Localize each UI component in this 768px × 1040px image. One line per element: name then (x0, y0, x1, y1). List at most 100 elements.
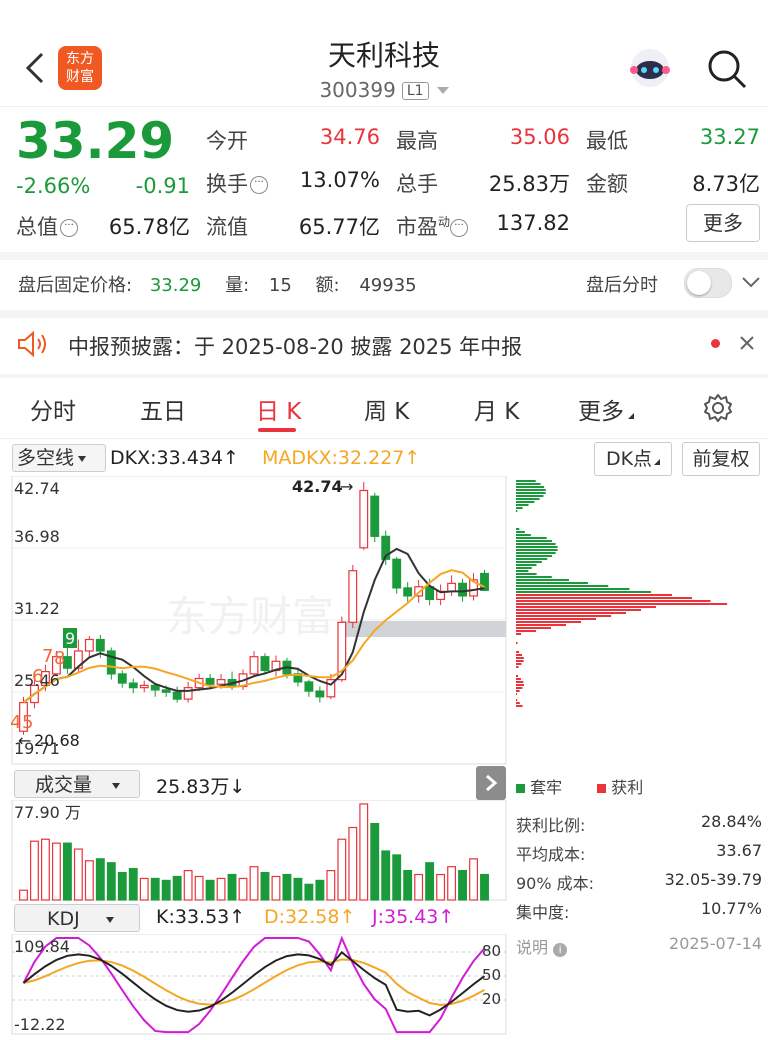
kdj-selector[interactable]: KDJ (14, 904, 140, 932)
chip-bar (516, 687, 523, 689)
kdj-d-line (23, 958, 485, 1006)
seq-mark-4: 4 (10, 712, 21, 733)
turnover-value: 13.07% (299, 168, 380, 192)
candle-body (348, 570, 358, 623)
kdj-j-text: J:35.43 (372, 906, 439, 928)
chevron-down-icon[interactable] (740, 274, 762, 290)
volume-bar (205, 879, 215, 901)
tab-more[interactable]: 更多 (578, 392, 634, 426)
candle-body (458, 582, 467, 597)
low-label: 最低 (586, 129, 628, 153)
dkx-text: DKX:33.434 (110, 447, 223, 469)
volume-bar (348, 826, 358, 901)
volume-bar (425, 862, 435, 901)
chip-bar (516, 489, 546, 491)
mktcap-value: 65.78亿 (108, 215, 190, 239)
chip-bar (516, 495, 544, 497)
kdj-k-text: K:33.53 (156, 906, 230, 928)
indicator-selector[interactable]: 多空线 (12, 444, 106, 472)
kdj-k-value: K:33.53↑ (156, 906, 246, 928)
chip-bar (516, 675, 519, 677)
chip-bar (516, 492, 546, 494)
pe-superscript: 动 (438, 215, 451, 229)
volume-bar (238, 877, 248, 901)
volume-selector[interactable]: 成交量 (14, 770, 140, 798)
tab-weekly-k[interactable]: 周 K (364, 392, 409, 426)
chip-bar (516, 618, 596, 620)
section-gap (0, 252, 768, 260)
corner-triangle-icon (654, 459, 661, 465)
chip-bar (516, 561, 542, 563)
tab-timeshare[interactable]: 分时 (30, 392, 76, 426)
dkx-value: DKX:33.434↑ (110, 447, 239, 469)
chip-stat-label: 90% 成本: (516, 874, 595, 893)
chip-bar (516, 603, 728, 605)
volume-bar (392, 854, 402, 901)
after-hours-price-label: 盘后固定价格: (18, 275, 133, 296)
float-label: 流值 (206, 215, 248, 239)
chip-bar (516, 486, 545, 488)
info-icon: ··· (60, 219, 78, 237)
notice-text[interactable]: 中报预披露：于 2025-08-20 披露 2025 年中报 (68, 331, 522, 361)
dk-points-button[interactable]: DK点 (594, 442, 672, 476)
volume-bar (436, 873, 446, 901)
volume-bar (128, 868, 138, 901)
volume-bar (106, 862, 116, 901)
after-hours-vol: 15 (268, 275, 292, 296)
chip-note[interactable]: 说明 i (516, 934, 568, 958)
volume-bar (304, 883, 314, 901)
chip-bar (516, 633, 521, 635)
watermark: 东方财富 (166, 592, 334, 641)
pe-label[interactable]: 市盈动 ··· (396, 211, 469, 241)
mktcap-label[interactable]: 总值 ··· (16, 211, 78, 241)
pe-label-text: 市盈 (396, 215, 438, 239)
max-arrow: → (340, 477, 353, 496)
chip-bar (516, 642, 518, 644)
adjust-button[interactable]: 前复权 (682, 442, 760, 476)
after-hours-toggle[interactable] (684, 268, 732, 298)
active-tab-indicator (258, 428, 296, 432)
expand-panel-button[interactable] (476, 766, 506, 800)
kdj-k-line (22, 950, 486, 1017)
chip-bar (516, 627, 551, 629)
tab-five-day[interactable]: 五日 (140, 392, 186, 426)
chip-bar (516, 609, 641, 611)
volume-bar (315, 879, 325, 901)
seq-mark-9: 9 (65, 629, 75, 648)
more-quote-button[interactable]: 更多 (686, 204, 760, 242)
chip-bar (516, 666, 519, 668)
robot-assistant-icon[interactable] (628, 46, 672, 90)
tab-monthly-k[interactable]: 月 K (474, 392, 519, 426)
candle-body (447, 582, 457, 592)
chip-bar (516, 693, 518, 695)
volume-bar (227, 873, 237, 901)
dropdown-triangle-icon (78, 456, 87, 462)
tab-daily-k[interactable]: 日 K (256, 392, 301, 426)
seq-mark-7: 7 (42, 646, 53, 667)
volume-bar (414, 873, 424, 901)
section-gap (0, 310, 768, 318)
unread-dot (711, 339, 720, 348)
kline-chart[interactable]: 东方财富 42.74 36.98 31.22 25.46 19.71 42.74… (0, 476, 768, 766)
chip-bar (516, 660, 524, 662)
close-icon[interactable] (738, 334, 756, 352)
volume-bar (139, 877, 149, 901)
chip-bar (516, 684, 524, 686)
chip-bar (516, 630, 536, 632)
chip-bar (516, 510, 518, 512)
volume-bar (150, 877, 160, 901)
open-value: 34.76 (319, 125, 380, 149)
volume-bar (370, 822, 380, 901)
volume-bar (249, 866, 259, 901)
volume-bar (469, 858, 478, 901)
turnover-label-text: 换手 (206, 172, 248, 196)
stock-code: 300399 (319, 78, 396, 102)
volume-bar (40, 838, 50, 901)
chip-legend: 套牢 获利 (516, 774, 643, 798)
chip-bar (516, 573, 537, 575)
settings-gear-icon[interactable] (702, 392, 734, 424)
turnover-label[interactable]: 换手 ··· (206, 168, 268, 198)
chip-bar (516, 585, 609, 587)
search-icon[interactable] (706, 48, 748, 90)
chip-bar (516, 504, 529, 506)
